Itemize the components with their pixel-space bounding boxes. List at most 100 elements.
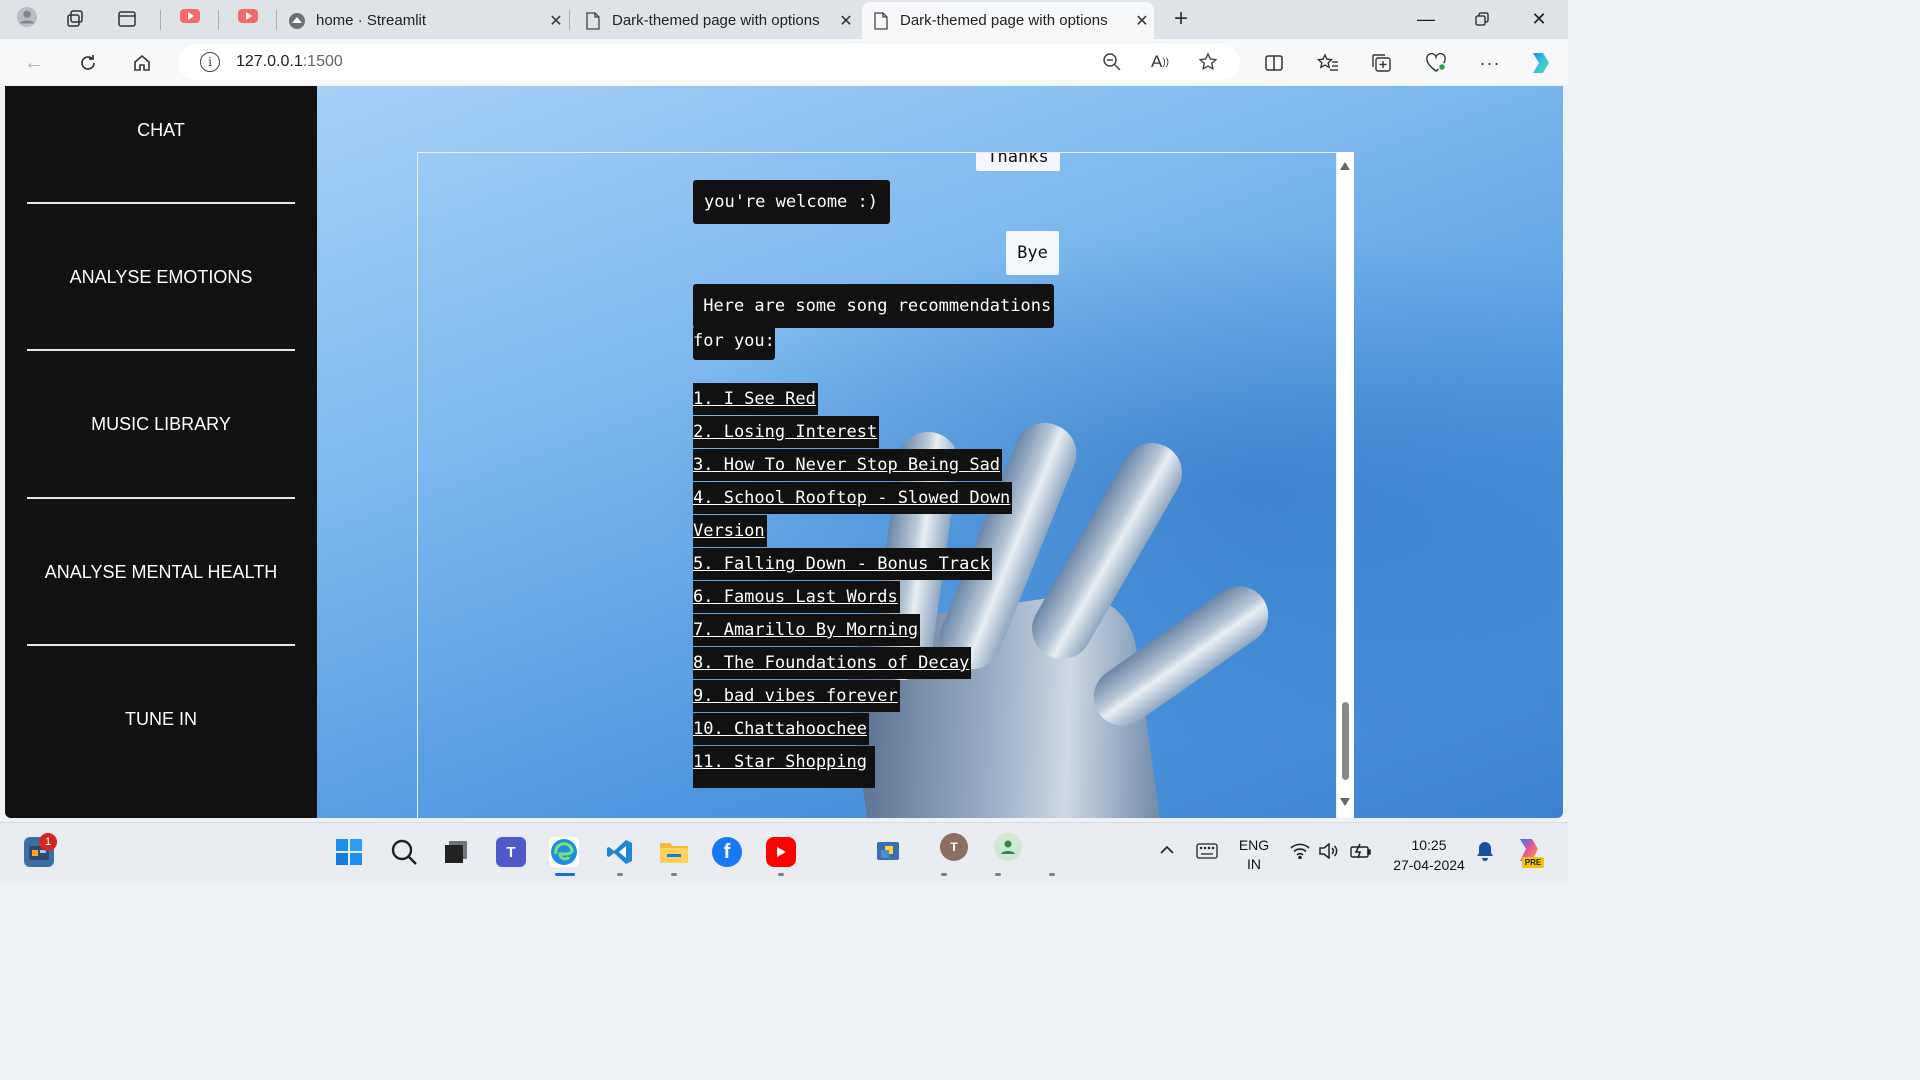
youtube-pinned-tab-icon[interactable] (180, 9, 200, 23)
song-link[interactable]: 7. Amarillo By Morning (693, 614, 921, 646)
sidebar-divider (27, 202, 295, 204)
teams-icon[interactable]: T (496, 837, 526, 867)
touch-keyboard-icon[interactable] (1196, 843, 1218, 862)
song-link[interactable]: 4. School Rooftop - Slowed Down (693, 482, 1013, 514)
facebook-icon[interactable]: f (712, 837, 742, 867)
sidebar-item-analyse-mental-health[interactable]: ANALYSE MENTAL HEALTH (5, 562, 317, 583)
song-link[interactable]: 9. bad vibes forever (693, 680, 900, 712)
favorite-star-icon[interactable] (1194, 48, 1222, 76)
song-link[interactable]: 6. Famous Last Words (693, 581, 900, 613)
song-link[interactable]: 5. Falling Down - Bonus Track (693, 548, 992, 580)
close-tab-icon[interactable]: ✕ (544, 11, 568, 31)
wifi-icon[interactable] (1290, 843, 1310, 862)
song-link[interactable]: 2. Losing Interest (693, 416, 880, 448)
tab-title: Dark-themed page with options (900, 12, 1108, 29)
bot-message-line: Here are some song recommendations (693, 284, 1054, 328)
youtube-icon[interactable] (766, 837, 796, 867)
language-indicator[interactable]: ENG IN (1236, 836, 1272, 874)
address-bar[interactable]: i 127.0.0.1:1500 A)) (178, 44, 1240, 80)
sidebar-item-music-library[interactable]: MUSIC LIBRARY (5, 414, 317, 435)
bot-message-line: for you: (693, 326, 775, 360)
tab-separator (160, 10, 161, 30)
tab-actions-icon[interactable] (116, 8, 138, 30)
back-arrow-icon[interactable]: ← (20, 49, 48, 77)
user-profile-t-icon[interactable]: T (940, 833, 968, 861)
tab-separator (218, 10, 219, 30)
workspaces-icon[interactable] (64, 8, 86, 30)
clock[interactable]: 10:25 27-04-2024 (1384, 835, 1474, 875)
battery-charging-icon[interactable] (1348, 843, 1372, 862)
notification-bell-icon[interactable] (1476, 841, 1494, 864)
sidebar-item-analyse-emotions[interactable]: ANALYSE EMOTIONS (5, 267, 317, 288)
tab-dark-themed-page-1[interactable]: Dark-themed page with options ✕ (574, 2, 858, 39)
region-code: IN (1247, 856, 1261, 872)
streamlit-favicon-icon (288, 12, 306, 30)
sidebar-item-chat[interactable]: CHAT (5, 120, 317, 141)
app-sidebar: CHAT ANALYSE EMOTIONS MUSIC LIBRARY ANAL… (5, 86, 317, 818)
page-favicon-icon (584, 11, 602, 30)
chat-message-area: Thanks you're welcome :) Bye Here are so… (417, 152, 1337, 818)
refresh-icon[interactable] (74, 49, 102, 77)
song-link[interactable]: 11. Star Shopping (693, 746, 875, 788)
user-message-bubble: Thanks (976, 153, 1060, 171)
volume-icon[interactable] (1318, 842, 1338, 862)
scrollbar-thumb[interactable] (1342, 702, 1349, 780)
profile-green-icon[interactable] (994, 833, 1022, 861)
profile-avatar-icon[interactable] (16, 6, 38, 28)
sidebar-divider (27, 497, 295, 499)
running-app-indicator (941, 873, 947, 876)
home-icon[interactable] (128, 49, 156, 77)
search-icon[interactable] (389, 837, 419, 867)
zoom-out-icon[interactable] (1098, 48, 1126, 76)
windows-start-icon[interactable] (334, 837, 364, 867)
browser-essentials-icon[interactable] (1422, 49, 1450, 77)
clock-date: 27-04-2024 (1393, 857, 1465, 873)
clock-time: 10:25 (1411, 837, 1447, 853)
split-screen-icon[interactable] (1260, 49, 1288, 77)
edge-browser-icon[interactable] (549, 837, 579, 867)
close-tab-icon[interactable]: ✕ (834, 11, 858, 31)
tab-dark-themed-page-active[interactable]: Dark-themed page with options ✕ (862, 2, 1154, 39)
song-link[interactable]: 8. The Foundations of Decay (693, 647, 972, 679)
read-aloud-icon[interactable]: A)) (1146, 48, 1174, 76)
song-link[interactable]: 1. I See Red (693, 383, 818, 415)
app-viewport: CHAT ANALYSE EMOTIONS MUSIC LIBRARY ANAL… (5, 86, 1563, 818)
sidebar-item-tune-in[interactable]: TUNE IN (5, 709, 317, 730)
song-link-continuation[interactable]: Version (693, 515, 767, 547)
chat-scrollbar[interactable] (1337, 152, 1354, 818)
close-window-icon[interactable]: ✕ (1519, 6, 1559, 32)
file-explorer-icon[interactable] (659, 837, 689, 867)
vscode-icon[interactable] (605, 837, 635, 867)
task-view-icon[interactable] (441, 837, 471, 867)
song-link[interactable]: 3. How To Never Stop Being Sad (693, 449, 1003, 481)
copilot-icon[interactable] (1526, 49, 1554, 77)
song-link[interactable]: 10. Chattahoochee (693, 713, 869, 745)
browser-toolbar: ← i 127.0.0.1:1500 A)) ··· (0, 39, 1568, 85)
minimize-window-icon[interactable]: — (1406, 6, 1446, 32)
scroll-down-arrow-icon[interactable] (1340, 798, 1350, 806)
page-favicon-icon (872, 11, 890, 30)
sidebar-divider (27, 349, 295, 351)
user-message-bubble: Bye (1006, 231, 1059, 275)
running-app-indicator (671, 873, 677, 876)
youtube-pinned-tab-icon[interactable] (238, 9, 258, 23)
preview-badge: PRE (1522, 857, 1544, 868)
collections-icon[interactable] (1368, 49, 1396, 77)
new-tab-plus-icon[interactable]: + (1170, 5, 1192, 32)
bot-message-bubble: you're welcome :) (693, 180, 890, 224)
favorites-icon[interactable] (1314, 49, 1342, 77)
url-port: :1500 (302, 53, 343, 70)
url-host: 127.0.0.1 (236, 53, 303, 70)
browser-tab-bar: home · Streamlit ✕ Dark-themed page with… (0, 0, 1568, 39)
windows-taskbar: 1 T f T ENG IN 10:25 27-04-2024 PRE (0, 822, 1568, 883)
tab-title: Dark-themed page with options (612, 12, 820, 29)
site-info-icon[interactable]: i (200, 52, 220, 72)
running-app-indicator (778, 873, 784, 876)
tab-home-streamlit[interactable]: home · Streamlit ✕ (278, 2, 568, 39)
restore-window-icon[interactable] (1462, 6, 1502, 32)
scroll-up-arrow-icon[interactable] (1340, 162, 1350, 170)
close-tab-icon[interactable]: ✕ (1130, 11, 1154, 31)
show-hidden-icons-chevron-icon[interactable] (1159, 843, 1175, 861)
python-icon[interactable] (874, 837, 904, 867)
more-options-icon[interactable]: ··· (1476, 49, 1504, 77)
